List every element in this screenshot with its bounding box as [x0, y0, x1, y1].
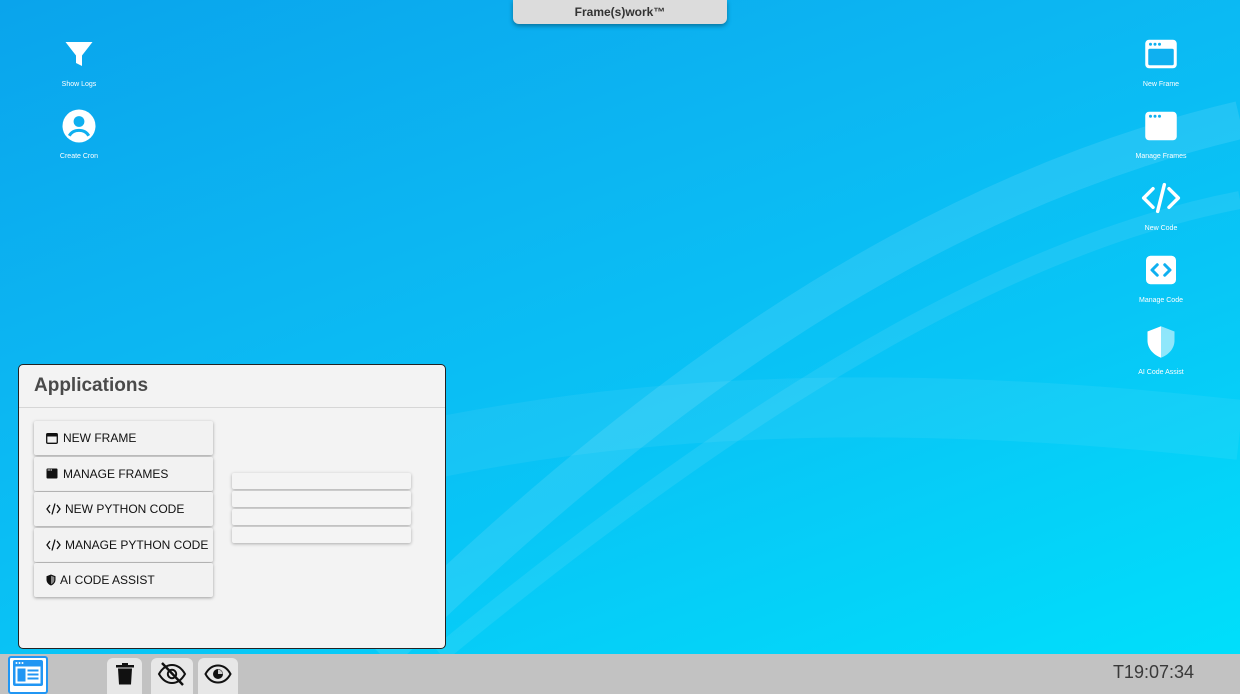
manage-frames-button[interactable]: MANAGE FRAMES — [34, 456, 213, 491]
window-icon — [1141, 106, 1181, 146]
desktop-icon-label: AI Code Assist — [1138, 369, 1184, 376]
menu-item-label: MANAGE FRAMES — [63, 466, 169, 481]
code-icon — [45, 502, 61, 516]
menu-item-label: NEW FRAME — [63, 431, 137, 445]
app-title: Frame(s)work™ — [574, 5, 666, 19]
list-item[interactable] — [232, 473, 411, 489]
shield-icon — [1141, 322, 1181, 362]
trash-icon — [115, 662, 134, 690]
window-outline-icon — [45, 431, 59, 445]
trash-button[interactable] — [107, 658, 142, 694]
desktop-icon-label: Manage Code — [1139, 297, 1183, 304]
taskbar: T19:07:34 — [0, 654, 1240, 694]
desktop-icon-label: New Code — [1144, 225, 1178, 232]
window-title: Applications — [19, 365, 445, 408]
menu-item-label: AI CODE ASSIST — [60, 573, 155, 587]
desktop-icon-manage-frames[interactable]: Manage Frames — [1116, 106, 1206, 160]
list-item[interactable] — [232, 491, 411, 507]
desktop-icon-label: New Frame — [1142, 81, 1180, 88]
empty-list — [232, 473, 411, 545]
code-box-icon — [1141, 250, 1181, 290]
desktop-icon-create-cron[interactable]: Create Cron — [34, 106, 124, 160]
menu-item-label: NEW PYTHON CODE — [65, 502, 185, 516]
eye-off-icon — [157, 661, 187, 691]
start-menu-icon — [13, 659, 43, 691]
code-icon — [1141, 178, 1181, 218]
ai-code-assist-button[interactable]: AI CODE ASSIST — [34, 563, 213, 597]
window-filled-icon — [45, 467, 59, 481]
filter-icon — [59, 34, 99, 74]
manage-python-code-button[interactable]: MANAGE PYTHON CODE — [34, 527, 213, 562]
account-circle-icon — [59, 106, 99, 146]
list-item[interactable] — [232, 527, 411, 543]
applications-window: Applications NEW FRAME MANAGE FRAMES NEW… — [18, 364, 446, 649]
desktop-icon-label: Create Cron — [59, 153, 99, 160]
desktop-icon-label: Show Logs — [61, 81, 97, 88]
new-python-code-button[interactable]: NEW PYTHON CODE — [34, 492, 213, 526]
desktop-icon-manage-code[interactable]: Manage Code — [1116, 250, 1206, 304]
desktop-icon-label: Manage Frames — [1135, 153, 1187, 160]
desktop-icon-ai-code-assist[interactable]: AI Code Assist — [1116, 322, 1206, 376]
app-title-bar: Frame(s)work™ — [513, 0, 727, 24]
clock: T19:07:34 — [1112, 662, 1194, 682]
hide-windows-button[interactable] — [151, 658, 193, 694]
desktop-icon-new-code[interactable]: New Code — [1116, 178, 1206, 232]
start-menu-button[interactable] — [8, 656, 48, 694]
eye-icon — [204, 663, 232, 689]
code-icon — [45, 538, 61, 552]
desktop-icon-show-logs[interactable]: Show Logs — [34, 34, 124, 88]
applications-menu: NEW FRAME MANAGE FRAMES NEW PYTHON CODE … — [34, 421, 213, 599]
show-windows-button[interactable] — [198, 658, 238, 694]
new-frame-button[interactable]: NEW FRAME — [34, 421, 213, 455]
desktop: Frame(s)work™ Show Logs Create Cron New … — [0, 0, 1240, 654]
shield-half-icon — [45, 573, 56, 587]
list-item[interactable] — [232, 509, 411, 525]
window-icon — [1141, 34, 1181, 74]
desktop-icon-new-frame[interactable]: New Frame — [1116, 34, 1206, 88]
menu-item-label: MANAGE PYTHON CODE — [65, 537, 209, 552]
